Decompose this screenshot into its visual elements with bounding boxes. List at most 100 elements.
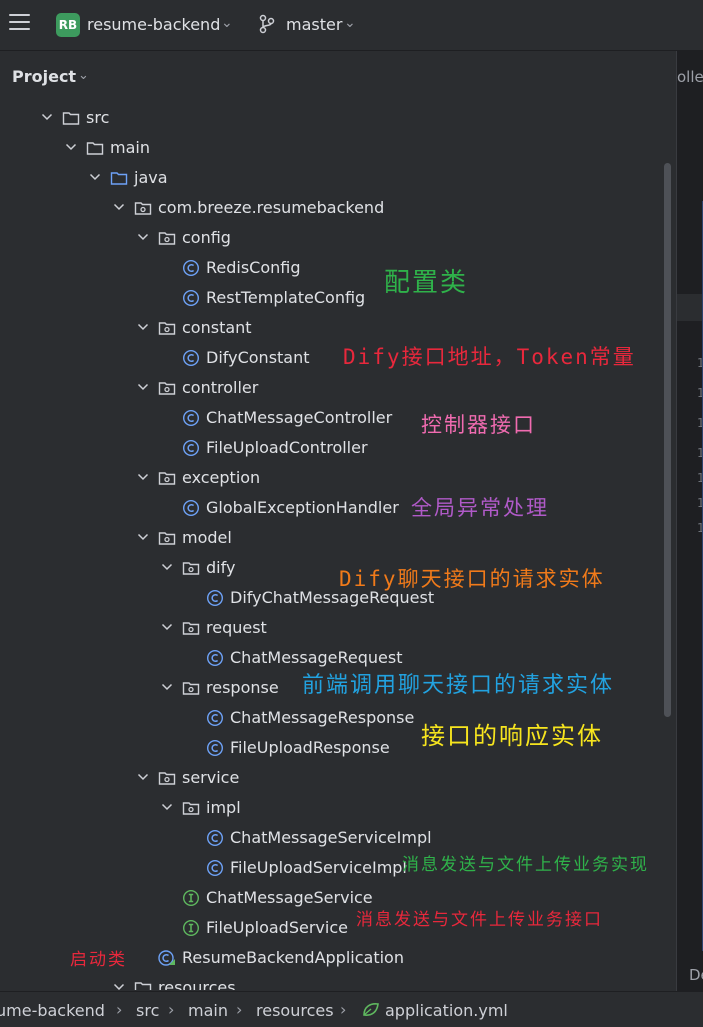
panel-title[interactable]: Project (12, 67, 76, 86)
tree-node-label: config (182, 228, 231, 247)
tree-node-label: FileUploadController (206, 438, 368, 457)
chevron-down-icon[interactable] (88, 170, 102, 184)
chevron-down-icon[interactable] (136, 530, 150, 544)
breadcrumb-file[interactable]: application.yml (385, 1001, 508, 1020)
tree-node-label: ChatMessageService (206, 888, 373, 907)
tree-node-impl[interactable]: impl (0, 793, 675, 823)
tree-node-src[interactable]: src (0, 103, 675, 133)
tree-node-label: FileUploadServiceImpl (230, 858, 407, 877)
tree-node-controller[interactable]: controller (0, 373, 675, 403)
tree-node-constant[interactable]: constant (0, 313, 675, 343)
chevron-down-icon[interactable] (136, 470, 150, 484)
tree-node-label: resources (158, 978, 236, 990)
tree-node-main[interactable]: main (0, 133, 675, 163)
editor-tab[interactable]: oller (677, 68, 703, 86)
package-icon (182, 799, 200, 817)
tree-node-label: java (134, 168, 168, 187)
git-branch-icon[interactable] (258, 14, 276, 34)
tree-node-label: src (86, 108, 110, 127)
project-badge[interactable]: RB (56, 13, 80, 37)
tree-node-request[interactable]: request (0, 613, 675, 643)
class-icon (182, 289, 200, 307)
project-name[interactable]: resume-backend (87, 15, 220, 34)
chevron-down-icon[interactable] (136, 320, 150, 334)
tree-node-label: ChatMessageServiceImpl (230, 828, 432, 847)
chevron-down-icon[interactable] (160, 680, 174, 694)
chevron-down-icon[interactable] (136, 380, 150, 394)
tree-node-label: service (182, 768, 240, 787)
interface-icon (182, 919, 200, 937)
branch-name[interactable]: master (286, 15, 342, 34)
class-icon (182, 409, 200, 427)
editor-area: oller 1 1 1 1 1 1 1 De (676, 51, 703, 991)
tree-node-resources[interactable]: resources (0, 973, 675, 990)
annotation-text: 前端调用聊天接口的请求实体 (302, 673, 615, 698)
chevron-down-icon[interactable] (112, 980, 126, 990)
tree-node-label: exception (182, 468, 261, 487)
current-line-highlight (677, 294, 703, 321)
chevron-down-icon[interactable] (160, 560, 174, 574)
tree-node-redisconfig[interactable]: RedisConfig (0, 253, 675, 283)
tree-node-label: ChatMessageController (206, 408, 393, 427)
package-icon (158, 319, 176, 337)
tree-node-exception[interactable]: exception (0, 463, 675, 493)
package-icon (158, 229, 176, 247)
class-icon (182, 499, 200, 517)
tree-node-model[interactable]: model (0, 523, 675, 553)
chevron-down-icon[interactable] (64, 140, 78, 154)
tree-node-fileuploadcontroller[interactable]: FileUploadController (0, 433, 675, 463)
tree-node-java[interactable]: java (0, 163, 675, 193)
chevron-down-icon[interactable]: ⌄ (78, 68, 89, 83)
chevron-down-icon[interactable] (112, 200, 126, 214)
tree-node-com-breeze-resumebackend[interactable]: com.breeze.resumebackend (0, 193, 675, 223)
class-icon (206, 589, 224, 607)
tree-node-service[interactable]: service (0, 763, 675, 793)
chevron-down-icon[interactable] (160, 800, 174, 814)
spring-boot-icon (158, 949, 176, 967)
package-icon (158, 769, 176, 787)
chevron-down-icon[interactable] (136, 230, 150, 244)
chevron-down-icon[interactable] (160, 620, 174, 634)
hamburger-menu-icon[interactable] (9, 14, 30, 34)
chevron-down-icon[interactable] (136, 770, 150, 784)
breadcrumb-src[interactable]: src (136, 1001, 159, 1020)
tree-node-label: response (206, 678, 279, 697)
annotation-text: 消息发送与文件上传业务实现 (402, 855, 649, 875)
tree-node-label: com.breeze.resumebackend (158, 198, 385, 217)
breadcrumb-main[interactable]: main (188, 1001, 228, 1020)
tree-node-globalexceptionhandler[interactable]: GlobalExceptionHandler (0, 493, 675, 523)
tree-node-config[interactable]: config (0, 223, 675, 253)
chevron-down-icon[interactable]: ⌄ (221, 15, 233, 31)
chevron-down-icon[interactable]: ⌄ (344, 15, 356, 31)
tree-scrollbar[interactable] (664, 163, 671, 717)
bottom-tool-tab[interactable]: De (689, 966, 703, 984)
source-folder-icon (110, 169, 128, 187)
annotation-text: Dify接口地址，Token常量 (343, 345, 636, 369)
class-icon (206, 739, 224, 757)
annotation-text: 控制器接口 (421, 413, 536, 437)
tree-node-label: main (110, 138, 150, 157)
class-icon (206, 649, 224, 667)
tree-node-label: ChatMessageResponse (230, 708, 415, 727)
tree-node-chatmessagecontroller[interactable]: ChatMessageController (0, 403, 675, 433)
tree-node-label: request (206, 618, 267, 637)
title-bar: RB resume-backend ⌄ master ⌄ (0, 0, 703, 51)
class-icon (206, 709, 224, 727)
tree-node-label: ResumeBackendApplication (182, 948, 404, 967)
chevron-down-icon[interactable] (40, 110, 54, 124)
tree-node-chatmessageserviceimpl[interactable]: ChatMessageServiceImpl (0, 823, 675, 853)
breadcrumb-project[interactable]: ume-backend (0, 1001, 105, 1020)
breadcrumb-resources[interactable]: resources (256, 1001, 334, 1020)
class-icon (206, 829, 224, 847)
tree-node-resttemplateconfig[interactable]: RestTemplateConfig (0, 283, 675, 313)
tree-node-label: controller (182, 378, 259, 397)
class-icon (182, 349, 200, 367)
annotation-text: 配置类 (384, 268, 469, 298)
tree-node-label: impl (206, 798, 241, 817)
navigation-bar: ume-backend › src › main › resources › a… (0, 991, 703, 1027)
tree-node-label: GlobalExceptionHandler (206, 498, 399, 517)
package-icon (134, 199, 152, 217)
annotation-text: 接口的响应实体 (421, 722, 603, 750)
tree-node-label: FileUploadResponse (230, 738, 390, 757)
annotation-text: Dify聊天接口的请求实体 (339, 567, 605, 591)
